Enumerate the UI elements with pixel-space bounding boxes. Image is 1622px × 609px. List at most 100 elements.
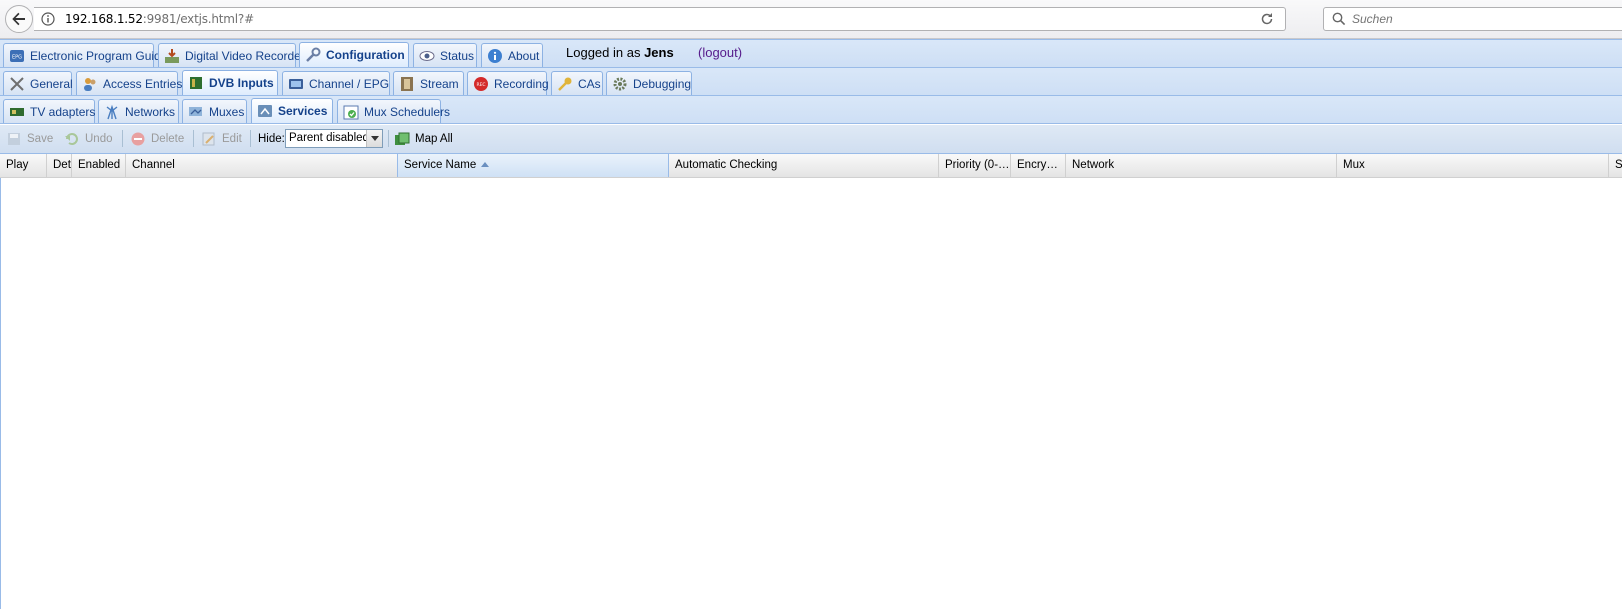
adapter-icon bbox=[10, 107, 24, 116]
column-header-sid[interactable]: Se bbox=[1609, 154, 1622, 177]
column-header-encrypted[interactable]: Encry… bbox=[1011, 154, 1066, 177]
tab-dvb-inputs[interactable]: DVB Inputs bbox=[182, 70, 278, 95]
tab-label: Muxes bbox=[209, 104, 245, 119]
save-button[interactable]: Save bbox=[6, 130, 53, 148]
search-placeholder: Suchen bbox=[1352, 12, 1393, 26]
tab-stream[interactable]: Stream bbox=[393, 71, 464, 95]
dvr-icon bbox=[165, 48, 179, 63]
tab-dvr[interactable]: Digital Video Recorder bbox=[158, 43, 305, 67]
column-header-network[interactable]: Network bbox=[1066, 154, 1337, 177]
tab-label: Mux Schedulers bbox=[364, 104, 451, 119]
tab-configuration[interactable]: Configuration bbox=[299, 42, 409, 67]
reload-icon[interactable] bbox=[1259, 11, 1275, 27]
tab-label: Status bbox=[440, 48, 475, 63]
services-grid-header: Play Deta Enabled Channel Service Name A… bbox=[0, 154, 1622, 178]
tab-label: About bbox=[508, 48, 540, 63]
dvb-tab-strip: TV adapters Networks Muxes Services Mux … bbox=[0, 96, 1622, 124]
column-header-enabled[interactable]: Enabled bbox=[72, 154, 126, 177]
grid-toolbar: Save Undo Delete Edit Hide: Parent disab… bbox=[0, 125, 1622, 154]
undo-button[interactable]: Undo bbox=[64, 130, 113, 148]
tab-cas[interactable]: CAs bbox=[551, 71, 603, 95]
tab-label: Channel / EPG bbox=[309, 76, 390, 91]
delete-button[interactable]: Delete bbox=[130, 130, 184, 148]
login-user: Jens bbox=[644, 45, 674, 60]
tab-label: Networks bbox=[125, 104, 176, 119]
url-text: 192.168.1.52:9981/extjs.html?# bbox=[65, 12, 254, 26]
map-all-button[interactable]: Map All bbox=[394, 130, 453, 148]
search-icon bbox=[1332, 12, 1346, 26]
hide-filter-value: Parent disabled bbox=[289, 132, 369, 144]
tools-icon bbox=[10, 76, 24, 91]
hide-label: Hide: bbox=[258, 133, 285, 145]
column-header-priority[interactable]: Priority (0-… bbox=[939, 154, 1011, 177]
tv-icon bbox=[289, 78, 303, 89]
tab-label: Configuration bbox=[326, 48, 405, 62]
edit-label: Edit bbox=[222, 133, 242, 145]
toolbar-separator bbox=[193, 130, 194, 147]
tab-channel-epg[interactable]: Channel / EPG bbox=[282, 71, 390, 95]
save-icon bbox=[8, 133, 20, 145]
services-grid-body[interactable] bbox=[0, 178, 1622, 609]
tab-general[interactable]: General bbox=[3, 71, 73, 95]
tab-epg[interactable]: EPG Electronic Program Guide bbox=[3, 43, 167, 67]
tab-services[interactable]: Services bbox=[251, 98, 333, 123]
tab-label: Debugging bbox=[633, 76, 692, 91]
browser-toolbar: 192.168.1.52:9981/extjs.html?# Suchen bbox=[0, 0, 1622, 39]
tab-status[interactable]: Status bbox=[413, 43, 477, 67]
rec-icon: REC bbox=[474, 76, 488, 91]
undo-icon bbox=[65, 133, 78, 145]
info-icon[interactable] bbox=[41, 12, 55, 26]
scheduler-icon bbox=[343, 105, 359, 119]
column-header-play[interactable]: Play bbox=[0, 154, 47, 177]
column-header-label: Service Name bbox=[404, 159, 477, 171]
save-label: Save bbox=[27, 133, 54, 145]
tab-label: Recording bbox=[494, 76, 549, 91]
column-header-service-name[interactable]: Service Name bbox=[397, 154, 669, 177]
address-bar[interactable]: 192.168.1.52:9981/extjs.html?# bbox=[34, 7, 1286, 31]
tab-recording[interactable]: REC Recording bbox=[467, 71, 549, 95]
url-path: :9981/extjs.html?# bbox=[142, 12, 254, 26]
login-status: Logged in as Jens bbox=[566, 45, 674, 60]
url-host: 192.168.1.52 bbox=[65, 12, 143, 26]
film-icon bbox=[401, 76, 413, 91]
tab-mux-schedulers[interactable]: Mux Schedulers bbox=[337, 99, 450, 123]
eye-icon bbox=[419, 50, 435, 61]
column-header-automatic-checking[interactable]: Automatic Checking bbox=[669, 154, 939, 177]
tab-debugging[interactable]: Debugging bbox=[606, 71, 692, 95]
wrench-icon bbox=[306, 47, 321, 62]
tab-label: Stream bbox=[420, 76, 459, 91]
tab-label: Access Entries bbox=[103, 76, 183, 91]
column-header-channel[interactable]: Channel bbox=[126, 154, 398, 177]
tab-label: DVB Inputs bbox=[209, 76, 274, 90]
svg-text:EPG: EPG bbox=[12, 54, 22, 60]
gear-icon bbox=[613, 77, 627, 90]
column-header-details[interactable]: Deta bbox=[47, 154, 72, 177]
hide-filter-select[interactable]: Parent disabled bbox=[285, 129, 383, 148]
sort-ascending-icon bbox=[481, 162, 490, 168]
chevron-down-icon[interactable] bbox=[366, 130, 382, 147]
antenna-icon bbox=[106, 104, 118, 119]
edit-icon bbox=[202, 132, 215, 146]
toolbar-separator bbox=[388, 130, 389, 147]
tab-label: General bbox=[30, 76, 73, 91]
column-header-mux[interactable]: Mux bbox=[1337, 154, 1609, 177]
tab-label: Digital Video Recorder bbox=[185, 48, 305, 63]
tab-muxes[interactable]: Muxes bbox=[182, 99, 247, 123]
tab-access-entries[interactable]: Access Entries bbox=[76, 71, 182, 95]
tab-about[interactable]: About bbox=[481, 43, 543, 67]
toolbar-separator bbox=[250, 130, 251, 147]
logout-link[interactable]: (logout) bbox=[698, 45, 742, 60]
card-icon bbox=[190, 77, 202, 89]
tab-label: TV adapters bbox=[30, 104, 96, 119]
edit-button[interactable]: Edit bbox=[201, 130, 242, 148]
services-icon bbox=[258, 105, 272, 117]
map-all-icon bbox=[395, 132, 410, 145]
back-button[interactable] bbox=[5, 5, 33, 33]
tab-label: CAs bbox=[578, 76, 601, 91]
tab-tv-adapters[interactable]: TV adapters bbox=[3, 99, 95, 123]
tab-networks[interactable]: Networks bbox=[98, 99, 179, 123]
info-icon bbox=[488, 48, 502, 63]
epg-icon: EPG bbox=[10, 49, 24, 62]
search-input[interactable]: Suchen bbox=[1323, 7, 1622, 31]
tab-label: Services bbox=[278, 104, 328, 118]
